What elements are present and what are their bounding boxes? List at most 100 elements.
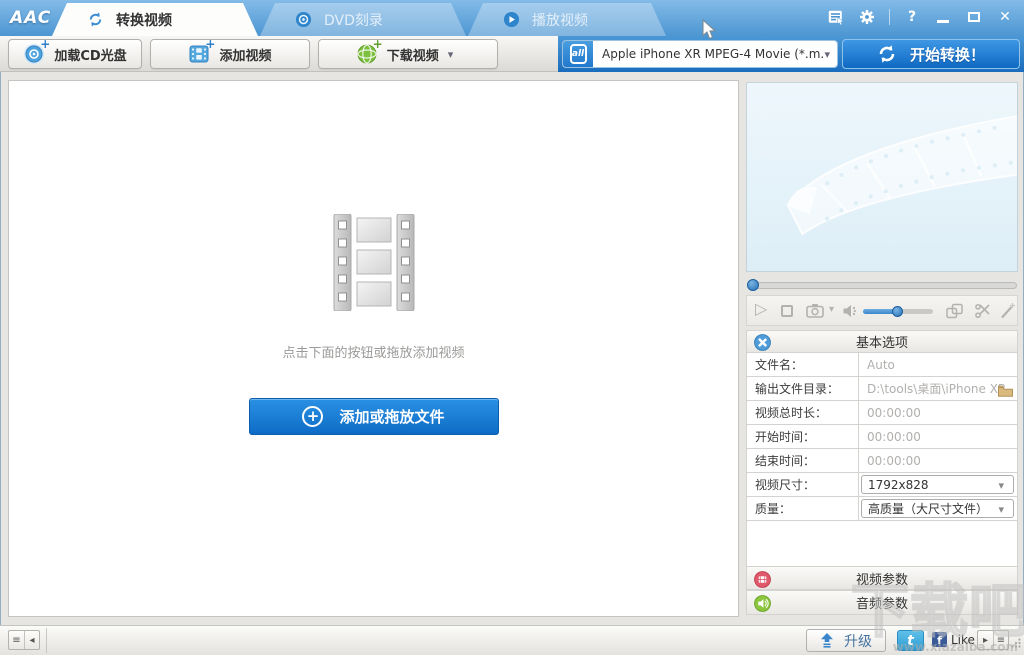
seek-bar[interactable]: [746, 277, 1018, 293]
quality-select[interactable]: 高质量（大尺寸文件） ▾: [861, 499, 1014, 518]
audio-params-label: 音频参数: [855, 597, 908, 612]
upgrade-label: 升级: [844, 633, 872, 650]
mouse-cursor: [702, 18, 717, 45]
app-window: AAC 转换视频 DVD刻录 播放视频 ? ✕ + 加载CD光盘 + 添加视频 …: [0, 0, 1024, 655]
total-duration-field[interactable]: 00:00:00: [859, 406, 1017, 420]
filename-field[interactable]: Auto: [859, 358, 1017, 372]
basic-options-header[interactable]: 基本选项: [746, 330, 1018, 353]
video-params-icon: [754, 571, 771, 592]
close-button[interactable]: ✕: [996, 8, 1014, 26]
collapse-left-button[interactable]: ◂: [24, 631, 39, 649]
end-time-label: 结束时间：: [747, 449, 859, 472]
add-files-label: 添加或拖放文件: [339, 408, 445, 426]
page-nav-group: ▸ ≡: [977, 630, 1009, 650]
seek-track[interactable]: [753, 282, 1017, 289]
facebook-like-button[interactable]: f Like: [932, 632, 975, 647]
cut-scissors-icon[interactable]: [974, 303, 991, 323]
next-page-button[interactable]: ▸: [978, 631, 993, 649]
sync-arrows-icon: [86, 11, 104, 29]
divider: [46, 628, 47, 653]
list-menu-button[interactable]: ≡: [9, 631, 24, 649]
start-time-field[interactable]: 00:00:00: [859, 430, 1017, 444]
add-or-drop-files-button[interactable]: + 添加或拖放文件: [248, 398, 499, 435]
output-dir-row: 输出文件目录： D:\tools\桌面\iPhone XR: [746, 377, 1018, 401]
maximize-button[interactable]: [965, 8, 983, 26]
facebook-icon: f: [932, 632, 947, 647]
start-time-label: 开始时间：: [747, 425, 859, 448]
end-time-row: 结束时间： 00:00:00: [746, 449, 1018, 473]
player-controls: ▷ ▾: [746, 295, 1018, 326]
video-size-label: 视频尺寸：: [747, 473, 859, 496]
status-bar: ≡ ◂ 升级 t f Like ▸ ≡: [0, 625, 1024, 655]
volume-slider[interactable]: [863, 306, 933, 317]
output-format-select[interactable]: all Apple iPhone XR MPEG-4 Movie (*.m...…: [562, 40, 838, 68]
twitter-button[interactable]: t: [897, 630, 924, 651]
help-button[interactable]: ?: [903, 8, 921, 26]
total-duration-row: 视频总时长： 00:00:00: [746, 401, 1018, 425]
volume-thumb[interactable]: [892, 306, 903, 317]
resize-grip[interactable]: [1011, 633, 1021, 652]
plus-circle-icon: +: [302, 406, 324, 427]
chevron-down-icon: ▾: [998, 479, 1004, 492]
play-circle-icon: [502, 11, 520, 29]
wrench-circle-icon: [754, 334, 771, 355]
dropzone-hint: 点击下面的按钮或拖放添加视频: [282, 346, 465, 361]
preview-area: [746, 82, 1018, 272]
toolbar: + 加载CD光盘 + 添加视频 + 下载视频 ▾ all Apple iPhon…: [0, 36, 1024, 72]
video-list-dropzone[interactable]: 点击下面的按钮或拖放添加视频 + 添加或拖放文件: [8, 80, 739, 617]
output-dir-field[interactable]: D:\tools\桌面\iPhone XR: [859, 380, 1017, 397]
download-video-button[interactable]: + 下载视频 ▾: [318, 38, 498, 69]
settings-panel: ▷ ▾ 基本选项 文件名： Auto 输出文件目录： D:\tools\桌面\i…: [746, 80, 1018, 617]
tab-convert-video[interactable]: 转换视频: [52, 3, 258, 36]
cd-plus-icon: +: [23, 38, 50, 65]
stop-button[interactable]: [781, 305, 793, 317]
chevron-down-icon: ▾: [998, 503, 1004, 516]
output-format-value: Apple iPhone XR MPEG-4 Movie (*.m...: [602, 47, 825, 61]
tab-play-video[interactable]: 播放视频: [468, 3, 666, 36]
chevron-down-icon: ▾: [824, 47, 830, 61]
crop-icon[interactable]: [946, 303, 963, 323]
tab-dvd-burn[interactable]: DVD刻录: [260, 3, 466, 36]
list-menu-button[interactable]: ≡: [993, 631, 1008, 649]
total-duration-label: 视频总时长：: [747, 401, 859, 424]
effects-wand-icon[interactable]: [1000, 302, 1015, 323]
load-cd-label: 加载CD光盘: [54, 48, 127, 64]
download-video-label: 下载视频: [386, 48, 439, 64]
minimize-button[interactable]: [934, 8, 952, 26]
audio-params-header[interactable]: 音频参数: [746, 590, 1018, 615]
add-video-button[interactable]: + 添加视频: [150, 38, 310, 69]
snapshot-camera-icon[interactable]: [806, 303, 824, 322]
quality-label: 质量：: [747, 497, 859, 520]
volume-icon[interactable]: [842, 303, 859, 323]
settings-gear-icon[interactable]: [858, 8, 876, 26]
tab-label: 转换视频: [116, 12, 172, 29]
title-bar: AAC 转换视频 DVD刻录 播放视频 ? ✕: [0, 0, 1024, 36]
chevron-down-icon[interactable]: ▾: [829, 304, 834, 315]
audio-params-icon: [754, 595, 771, 616]
all-formats-icon: all: [563, 41, 593, 67]
empty-area: [746, 521, 1018, 567]
tab-label: DVD刻录: [324, 12, 383, 29]
disc-icon: [294, 11, 312, 29]
globe-plus-icon: +: [356, 38, 383, 65]
upgrade-button[interactable]: 升级: [806, 629, 886, 652]
quality-row: 质量： 高质量（大尺寸文件） ▾: [746, 497, 1018, 521]
browse-folder-icon[interactable]: [998, 382, 1013, 401]
start-convert-button[interactable]: 开始转换！: [842, 39, 1020, 69]
video-params-header[interactable]: 视频参数: [746, 566, 1018, 590]
seek-thumb[interactable]: [747, 279, 759, 291]
list-collapse-group: ≡ ◂: [8, 630, 40, 650]
window-controls: ? ✕: [827, 8, 1014, 26]
filename-row: 文件名： Auto: [746, 353, 1018, 377]
add-video-label: 添加视频: [219, 48, 272, 64]
chevron-down-icon: ▾: [447, 47, 454, 61]
app-logo: AAC: [10, 8, 52, 28]
end-time-field[interactable]: 00:00:00: [859, 454, 1017, 468]
video-size-select[interactable]: 1792x828 ▾: [861, 475, 1014, 494]
convert-log-icon[interactable]: [827, 8, 845, 26]
upgrade-arrow-icon: [820, 633, 834, 648]
start-convert-label: 开始转换！: [909, 45, 985, 64]
tab-label: 播放视频: [532, 12, 588, 29]
play-button[interactable]: ▷: [755, 299, 767, 318]
load-cd-button[interactable]: + 加载CD光盘: [8, 38, 142, 69]
